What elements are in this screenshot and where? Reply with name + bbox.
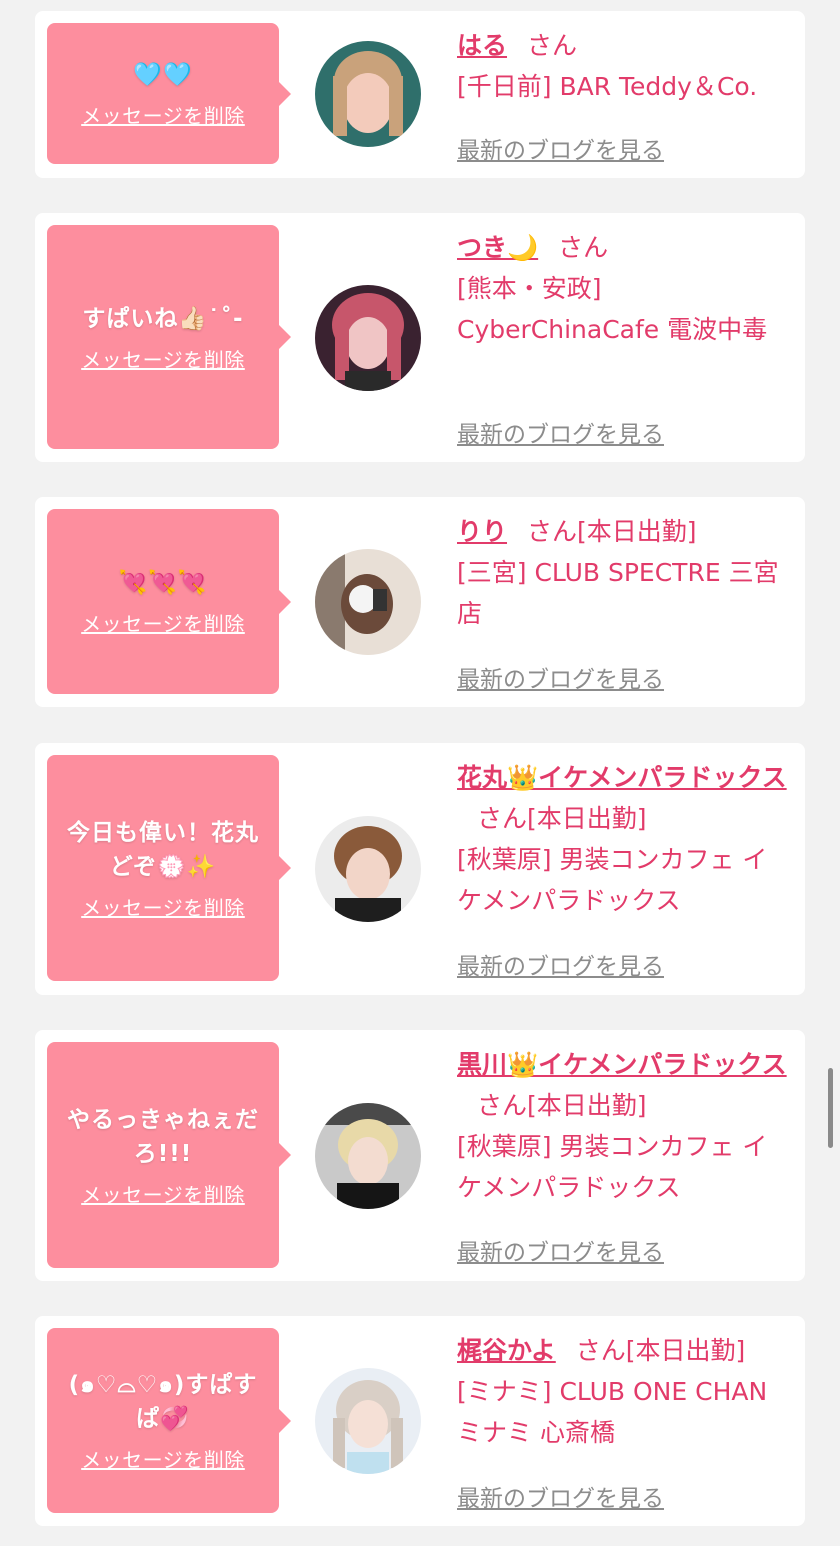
user-info: つき🌙 さん [熊本・安政] CyberChinaCafe 電波中毒 [457,227,777,350]
shop-name: [ミナミ] CLUB ONE CHAN ミナミ 心斎橋 [457,1377,768,1447]
latest-blog-link[interactable]: 最新のブログを見る [457,660,664,694]
honorific: さん [477,1091,528,1120]
honorific: さん [575,1336,626,1365]
avatar[interactable] [315,1103,421,1209]
message-bubble: (๑♡⌓♡๑)すぱすぱ💞 メッセージを削除 [47,1328,291,1513]
shop-name: [熊本・安政] CyberChinaCafe 電波中毒 [457,274,768,344]
avatar[interactable] [315,816,421,922]
latest-blog-link[interactable]: 最新のブログを見る [457,1233,664,1267]
user-name-link[interactable]: 花丸👑イケメンパラドックス [457,763,787,792]
delete-message-link[interactable]: メッセージを削除 [81,1179,245,1208]
user-name-link[interactable]: はる [457,31,507,60]
shop-name: [千日前] BAR Teddy＆Co. [457,72,758,101]
message-bubble: やるっきゃねぇだろ!!! メッセージを削除 [47,1042,291,1268]
attendance-status: [本日出勤] [527,1091,647,1120]
message-card: 今日も偉い！花丸どぞ💮✨ メッセージを削除 花丸👑イケメンパラドックスさん[本日… [35,743,805,995]
user-info: 花丸👑イケメンパラドックスさん[本日出勤] [秋葉原] 男装コンカフェ イケメン… [457,757,791,921]
user-name-link[interactable]: 梶谷かよ [457,1336,556,1365]
message-bubble: すぱいね👍🏻˙˚- メッセージを削除 [47,225,291,449]
latest-blog-link[interactable]: 最新のブログを見る [457,131,664,165]
honorific: さん [477,804,528,833]
honorific: さん [527,31,578,60]
delete-message-link[interactable]: メッセージを削除 [81,100,245,129]
message-bubble: 💘💘💘 メッセージを削除 [47,509,291,694]
user-info: はる さん [千日前] BAR Teddy＆Co. [457,25,791,107]
delete-message-link[interactable]: メッセージを削除 [81,1444,245,1473]
user-name-link[interactable]: 黒川👑イケメンパラドックス [457,1050,787,1079]
latest-blog-link[interactable]: 最新のブログを見る [457,415,664,449]
avatar[interactable] [315,41,421,147]
shop-name: [秋葉原] 男装コンカフェ イケメンパラドックス [457,1132,768,1202]
message-bubble: 🩵🩵 メッセージを削除 [47,23,291,164]
message-card: (๑♡⌓♡๑)すぱすぱ💞 メッセージを削除 梶谷かよ さん[本日出勤] [ミナミ]… [35,1316,805,1526]
message-card: 🩵🩵 メッセージを削除 はる さん [千日前] BAR Teddy＆Co. 最新の… [35,11,805,178]
attendance-status: [本日出勤] [577,517,697,546]
user-info: りり さん[本日出勤] [三宮] CLUB SPECTRE 三宮店 [457,511,791,634]
message-text: 今日も偉い！花丸どぞ💮✨ [67,819,259,880]
message-text: 🩵🩵 [133,62,193,88]
latest-blog-link[interactable]: 最新のブログを見る [457,1479,664,1513]
message-bubble: 今日も偉い！花丸どぞ💮✨ メッセージを削除 [47,755,291,981]
delete-message-link[interactable]: メッセージを削除 [81,608,245,637]
message-text: すぱいね👍🏻˙˚- [82,305,244,332]
message-card: 💘💘💘 メッセージを削除 りり さん[本日出勤] [三宮] CLUB SPECTR… [35,497,805,707]
message-card: やるっきゃねぇだろ!!! メッセージを削除 黒川👑イケメンパラドックスさん[本日… [35,1030,805,1281]
message-card: すぱいね👍🏻˙˚- メッセージを削除 つき🌙 さん [熊本・安政] CyberCh… [35,213,805,462]
message-text: 💘💘💘 [118,570,208,596]
message-text: (๑♡⌓♡๑)すぱすぱ💞 [68,1372,258,1432]
message-text: やるっきゃねぇだろ!!! [67,1106,259,1167]
delete-message-link[interactable]: メッセージを削除 [81,344,245,373]
shop-name: [三宮] CLUB SPECTRE 三宮店 [457,558,779,628]
user-name-link[interactable]: りり [457,517,507,546]
avatar[interactable] [315,549,421,655]
user-info: 梶谷かよ さん[本日出勤] [ミナミ] CLUB ONE CHAN ミナミ 心斎橋 [457,1330,791,1453]
latest-blog-link[interactable]: 最新のブログを見る [457,947,664,981]
user-info: 黒川👑イケメンパラドックスさん[本日出勤] [秋葉原] 男装コンカフェ イケメン… [457,1044,791,1208]
shop-name: [秋葉原] 男装コンカフェ イケメンパラドックス [457,845,768,915]
attendance-status: [本日出勤] [527,804,647,833]
attendance-status: [本日出勤] [625,1336,746,1365]
scrollbar[interactable] [828,1068,833,1148]
honorific: さん [558,233,609,262]
avatar[interactable] [315,1368,421,1474]
delete-message-link[interactable]: メッセージを削除 [81,892,245,921]
avatar[interactable] [315,285,421,391]
user-name-link[interactable]: つき🌙 [457,233,538,262]
honorific: さん [527,517,578,546]
